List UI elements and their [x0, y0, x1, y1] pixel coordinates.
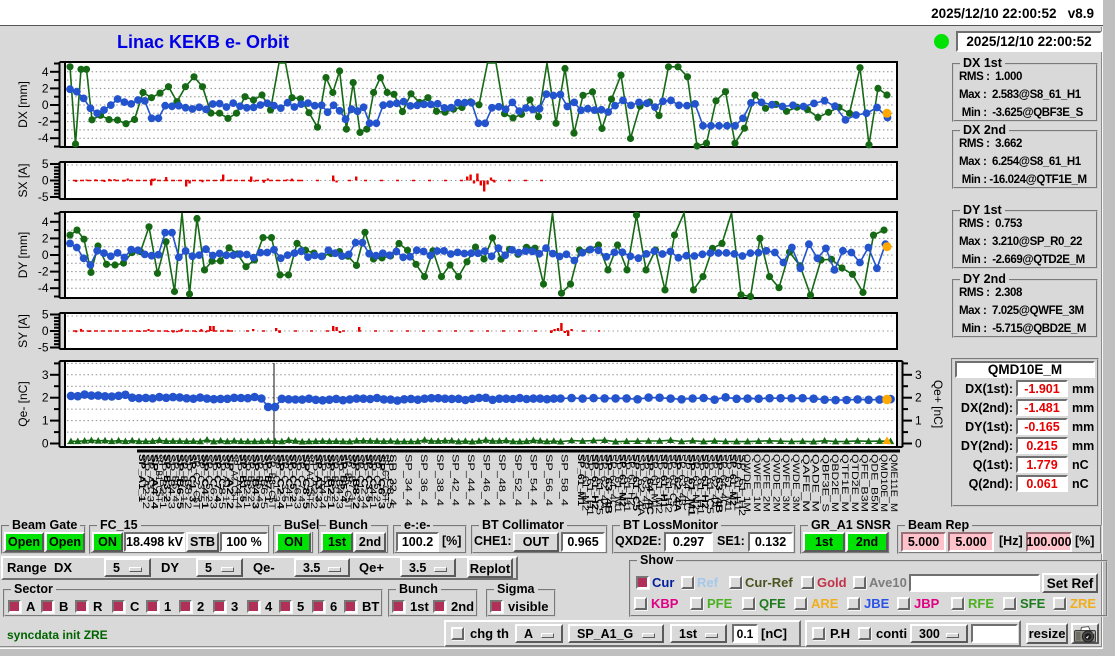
svg-text:-4: -4 — [38, 281, 49, 295]
svg-text:4: 4 — [42, 65, 49, 79]
svg-text:QWFE_1M: QWFE_1M — [751, 454, 762, 512]
svg-text:SY [A]: SY [A] — [16, 314, 30, 348]
svg-text:0: 0 — [42, 248, 49, 262]
svg-text:0: 0 — [915, 437, 922, 451]
svg-text:2: 2 — [42, 391, 49, 405]
svg-text:DY [mm]: DY [mm] — [16, 232, 30, 278]
svg-text:QTD2E_M: QTD2E_M — [849, 454, 860, 512]
svg-text:SP_58_4: SP_58_4 — [559, 454, 570, 506]
svg-text:DX [mm]: DX [mm] — [16, 81, 30, 128]
svg-text:SP_48_4: SP_48_4 — [496, 454, 507, 506]
svg-text:-5: -5 — [38, 341, 49, 355]
svg-text:SP_54_4: SP_54_4 — [527, 454, 538, 506]
svg-text:-2: -2 — [38, 265, 49, 279]
svg-text:4: 4 — [42, 215, 49, 229]
svg-text:QWDE_2M: QWDE_2M — [770, 454, 781, 512]
svg-text:QMD10E_M: QMD10E_M — [878, 454, 889, 512]
svg-text:QBF3E_S: QBF3E_S — [819, 454, 830, 512]
svg-text:0: 0 — [42, 437, 49, 451]
svg-text:SP_38_4: SP_38_4 — [434, 454, 445, 506]
svg-text:2: 2 — [915, 391, 922, 405]
svg-text:0: 0 — [42, 174, 49, 188]
svg-text:QFE_B3M: QFE_B3M — [859, 454, 870, 512]
svg-text:1: 1 — [42, 414, 49, 428]
svg-text:-4: -4 — [38, 131, 49, 145]
svg-text:QWDE_3M: QWDE_3M — [790, 454, 801, 512]
svg-text:SP_44_4: SP_44_4 — [465, 454, 476, 506]
svg-text:QAFE_M: QAFE_M — [800, 454, 811, 512]
svg-text:2: 2 — [42, 81, 49, 95]
svg-text:0: 0 — [42, 324, 49, 338]
svg-text:SP_34_4: SP_34_4 — [403, 454, 414, 506]
svg-text:QWFE_2M: QWFE_2M — [761, 454, 772, 512]
svg-text:SX [A]: SX [A] — [16, 163, 30, 197]
svg-text:QDE_B5M: QDE_B5M — [868, 454, 879, 512]
svg-text:QADE_M: QADE_M — [810, 454, 821, 512]
svg-text:Qe+ [nC]: Qe+ [nC] — [931, 380, 945, 428]
svg-text:QBD2E_M: QBD2E_M — [829, 454, 840, 512]
svg-text:3: 3 — [915, 368, 922, 382]
svg-text:SP_52_4: SP_52_4 — [512, 454, 523, 506]
svg-text:5: 5 — [42, 157, 49, 171]
svg-text:-2: -2 — [38, 115, 49, 129]
svg-text:1: 1 — [915, 414, 922, 428]
svg-text:3: 3 — [42, 368, 49, 382]
svg-text:2: 2 — [42, 231, 49, 245]
svg-text:-5: -5 — [38, 190, 49, 204]
svg-text:SP_42_4: SP_42_4 — [449, 454, 460, 506]
svg-text:SP_46_4: SP_46_4 — [481, 454, 492, 506]
svg-text:QME11E_M: QME11E_M — [888, 454, 899, 512]
svg-text:SP_32_4: SP_32_4 — [387, 454, 398, 506]
svg-text:0: 0 — [42, 98, 49, 112]
svg-text:Qe- [nC]: Qe- [nC] — [16, 381, 30, 426]
svg-text:SP_36_4: SP_36_4 — [418, 454, 429, 506]
svg-text:QWDE_1M: QWDE_1M — [741, 454, 752, 512]
svg-text:QWFE_3M: QWFE_3M — [780, 454, 791, 512]
svg-text:QTF1E_M: QTF1E_M — [839, 454, 850, 512]
svg-text:5: 5 — [42, 308, 49, 322]
svg-text:SP_56_4: SP_56_4 — [543, 454, 554, 506]
